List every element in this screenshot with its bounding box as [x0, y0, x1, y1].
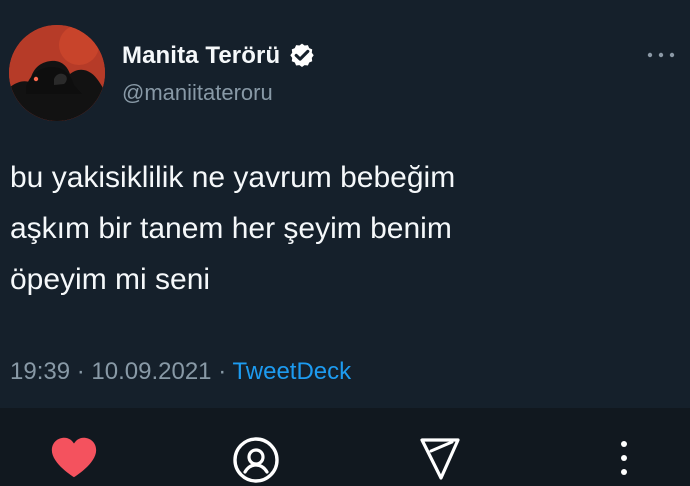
overflow-button[interactable]: [598, 434, 650, 486]
tweet-text-line: bu yakisiklilik ne yavrum bebeğim: [10, 161, 456, 194]
tweet-card: Manita Terörü @maniitateroru bu yakisikl…: [0, 0, 690, 408]
avatar[interactable]: [9, 25, 105, 121]
more-vertical-icon: [621, 441, 627, 475]
meta-separator: ·: [218, 358, 227, 385]
tweet-meta: 19:39 · 10.09.2021 · TweetDeck: [10, 358, 351, 386]
like-button[interactable]: [48, 434, 100, 486]
verified-badge-icon: [288, 42, 316, 70]
display-name[interactable]: Manita Terörü: [122, 42, 280, 70]
tweet-source[interactable]: TweetDeck: [232, 358, 351, 385]
name-row: Manita Terörü: [122, 42, 316, 70]
profile-silhouette-avatar: [9, 25, 105, 121]
tweet-text: bu yakisiklilik ne yavrum bebeğim aşkım …: [10, 152, 650, 305]
tweet-text-line: öpeyim mi seni: [10, 263, 211, 296]
more-horizontal-icon[interactable]: [646, 48, 676, 60]
handle[interactable]: @maniitateroru: [122, 80, 273, 106]
share-button[interactable]: [414, 434, 466, 486]
profile-circle-icon: [233, 437, 279, 483]
tweet-time[interactable]: 19:39: [10, 358, 70, 385]
meta-separator: ·: [76, 358, 85, 385]
action-bar: [0, 408, 690, 486]
tweet-date[interactable]: 10.09.2021: [91, 358, 211, 385]
heart-icon: [51, 437, 97, 478]
profile-button[interactable]: [230, 434, 282, 486]
tweet-text-line: aşkım bir tanem her şeyim benim: [10, 212, 452, 245]
send-arrow-icon: [420, 438, 460, 480]
